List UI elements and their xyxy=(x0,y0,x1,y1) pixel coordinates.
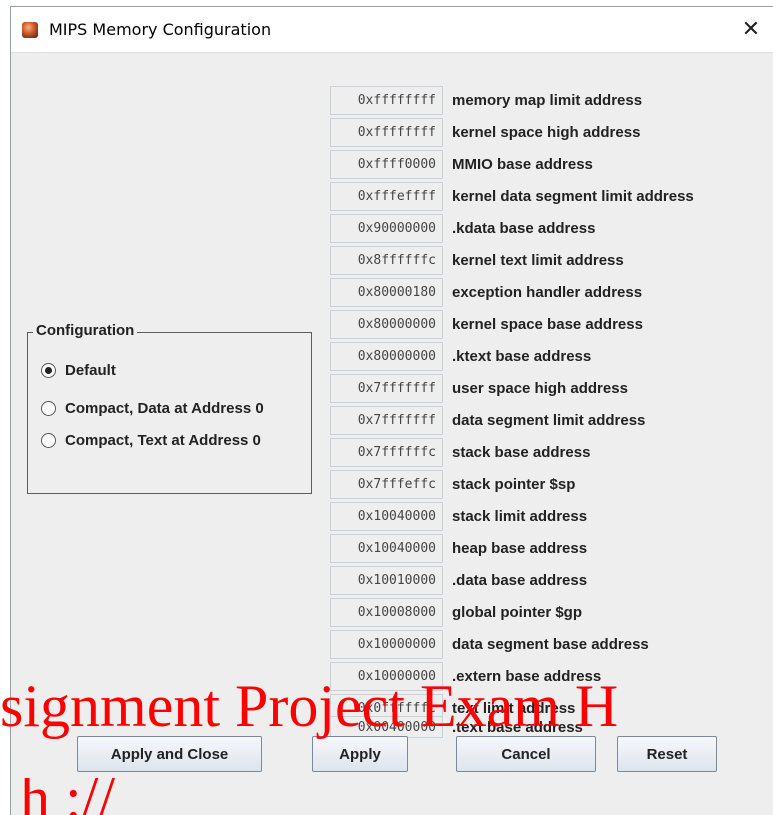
address-value: 0x7fffffff xyxy=(330,405,443,435)
radio-compact-text[interactable]: Compact, Text at Address 0 xyxy=(41,432,261,449)
address-label: exception handler address xyxy=(452,283,643,301)
address-row: 0x7ffffffc stack base address xyxy=(330,436,590,468)
address-label: .ktext base address xyxy=(452,347,592,365)
address-row: 0x10010000 .data base address xyxy=(330,564,587,596)
address-value: 0x10008000 xyxy=(330,597,443,627)
address-label: stack pointer $sp xyxy=(452,475,576,493)
address-value: 0x7ffffffc xyxy=(330,437,443,467)
address-label: .text base address xyxy=(452,718,583,736)
address-value: 0xffffffff xyxy=(330,85,443,115)
radio-button[interactable] xyxy=(41,401,56,416)
address-value: 0x7fffeffc xyxy=(330,469,443,499)
address-value: 0x90000000 xyxy=(330,213,443,243)
address-label: kernel space high address xyxy=(452,123,641,141)
address-value: 0x8ffffffc xyxy=(330,245,443,275)
address-row: 0x10000000 data segment base address xyxy=(330,628,649,660)
address-value: 0xffff0000 xyxy=(330,149,443,179)
address-value: 0x10010000 xyxy=(330,565,443,595)
address-label: kernel data segment limit address xyxy=(452,187,694,205)
address-label: text limit address xyxy=(452,699,576,717)
address-row: 0x80000000 .ktext base address xyxy=(330,340,591,372)
apply-button[interactable]: Apply xyxy=(312,736,408,772)
address-label: kernel text limit address xyxy=(452,251,624,269)
address-label: global pointer $gp xyxy=(452,603,582,621)
configuration-legend: Configuration xyxy=(33,322,138,339)
title-bar: MIPS Memory Configuration ✕ xyxy=(11,7,773,53)
address-value: 0x7fffffff xyxy=(330,373,443,403)
address-row: 0xffffffff kernel space high address xyxy=(330,116,640,148)
address-label: heap base address xyxy=(452,539,588,557)
address-row: 0x8ffffffc kernel text limit address xyxy=(330,244,624,276)
radio-button[interactable] xyxy=(41,433,56,448)
address-value: 0x10000000 xyxy=(330,661,443,691)
address-label: kernel space base address xyxy=(452,315,643,333)
address-row: 0x90000000 .kdata base address xyxy=(330,212,595,244)
address-label: data segment limit address xyxy=(452,411,646,429)
close-icon: ✕ xyxy=(741,17,761,42)
radio-button-checked[interactable] xyxy=(41,363,56,378)
address-row: 0xffffffff memory map limit address xyxy=(330,84,642,116)
address-value: 0x10000000 xyxy=(330,629,443,659)
address-row: 0x10040000 stack limit address xyxy=(330,500,587,532)
address-label: .kdata base address xyxy=(452,219,596,237)
address-label: memory map limit address xyxy=(452,91,643,109)
address-value: 0xfffeffff xyxy=(330,181,443,211)
address-row: 0x80000180 exception handler address xyxy=(330,276,642,308)
address-row: 0x10008000 global pointer $gp xyxy=(330,596,582,628)
radio-label: Compact, Data at Address 0 xyxy=(65,400,264,417)
address-row: 0xffff0000 MMIO base address xyxy=(330,148,593,180)
address-value: 0x10040000 xyxy=(330,533,443,563)
address-row: 0x00400000 .text base address xyxy=(330,716,583,738)
address-value: 0x80000000 xyxy=(330,309,443,339)
address-row: 0x10000000 .extern base address xyxy=(330,660,601,692)
address-row: 0xfffeffff kernel data segment limit add… xyxy=(330,180,694,212)
address-value: 0x00400000 xyxy=(330,716,443,738)
app-icon xyxy=(22,22,38,38)
address-value: 0xffffffff xyxy=(330,117,443,147)
cancel-button[interactable]: Cancel xyxy=(456,736,596,772)
address-value: 0x80000000 xyxy=(330,341,443,371)
radio-label: Default xyxy=(65,362,116,379)
radio-label: Compact, Text at Address 0 xyxy=(65,432,261,449)
address-row: 0x7fffffff user space high address xyxy=(330,372,628,404)
address-label: .data base address xyxy=(452,571,588,589)
address-row: 0x7fffeffc stack pointer $sp xyxy=(330,468,575,500)
close-button[interactable]: ✕ xyxy=(728,7,773,52)
window-title: MIPS Memory Configuration xyxy=(49,20,272,39)
address-label: stack base address xyxy=(452,443,591,461)
address-label: stack limit address xyxy=(452,507,588,525)
address-label: data segment base address xyxy=(452,635,649,653)
configuration-group: Configuration Default Compact, Data at A… xyxy=(27,322,312,494)
reset-button[interactable]: Reset xyxy=(617,736,717,772)
address-row: 0x10040000 heap base address xyxy=(330,532,587,564)
address-row: 0x7fffffff data segment limit address xyxy=(330,404,645,436)
address-label: user space high address xyxy=(452,379,628,397)
address-label: MMIO base address xyxy=(452,155,593,173)
radio-default[interactable]: Default xyxy=(41,362,116,379)
address-value: 0x10040000 xyxy=(330,501,443,531)
apply-and-close-button[interactable]: Apply and Close xyxy=(77,736,262,772)
radio-compact-data[interactable]: Compact, Data at Address 0 xyxy=(41,400,264,417)
address-row: 0x80000000 kernel space base address xyxy=(330,308,643,340)
address-label: .extern base address xyxy=(452,667,602,685)
address-value: 0x80000180 xyxy=(330,277,443,307)
